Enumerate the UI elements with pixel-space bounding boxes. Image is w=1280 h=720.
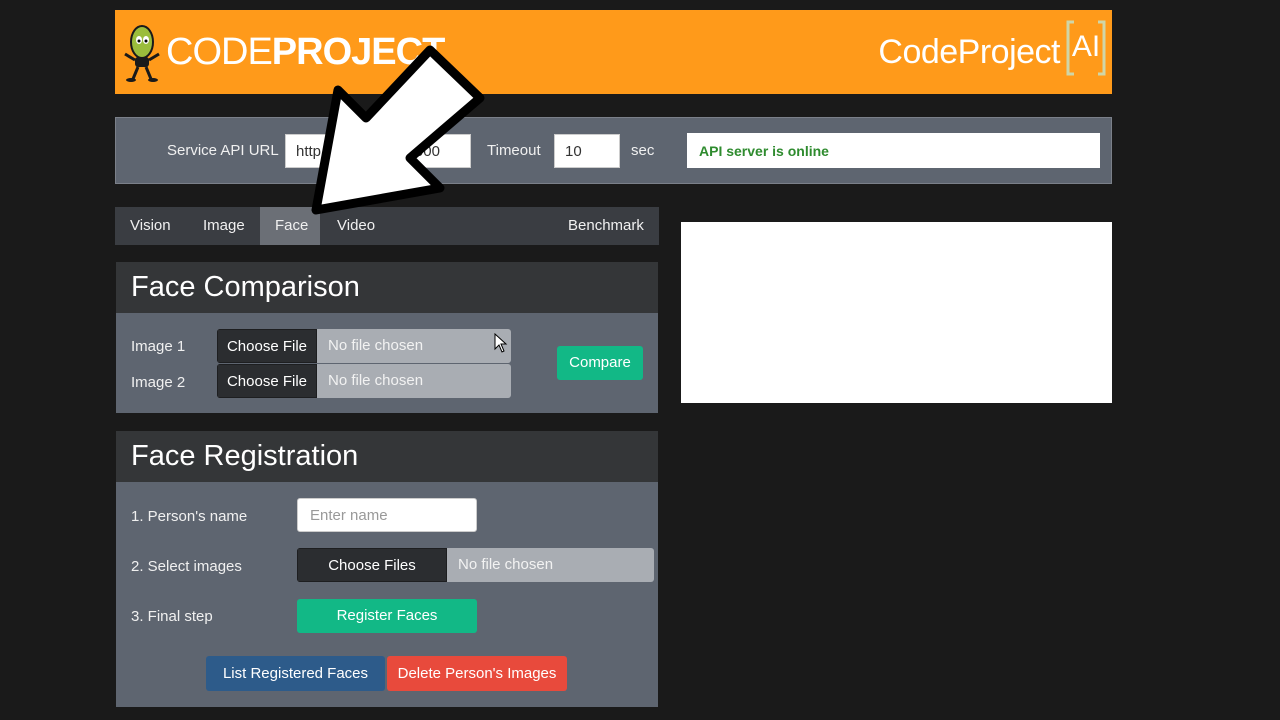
tab-vision[interactable]: Vision <box>115 207 186 245</box>
api-url-label: Service API URL <box>167 142 279 159</box>
image1-file-input[interactable]: Choose File No file chosen <box>217 329 511 363</box>
brand-codeproject: CODEPROJECT <box>166 31 445 73</box>
image1-choose-file-button[interactable]: Choose File <box>217 329 317 363</box>
timeout-label: Timeout <box>487 142 541 159</box>
select-images-label: 2. Select images <box>131 558 242 575</box>
compare-button[interactable]: Compare <box>557 346 643 380</box>
api-url-visible-end: 000 <box>414 143 440 160</box>
tab-bar: Vision Image Face Video Benchmark <box>115 207 659 245</box>
face-comparison-title: Face Comparison <box>116 262 658 313</box>
mascot-logo-icon <box>124 25 160 82</box>
service-settings-bar: Service API URL http 000 Timeout 10 sec … <box>115 117 1112 184</box>
ai-badge-icon: AI <box>1066 20 1106 76</box>
face-registration-card: Face Registration 1. Person's name Enter… <box>116 431 658 707</box>
list-registered-faces-button[interactable]: List Registered Faces <box>206 656 385 691</box>
face-registration-title: Face Registration <box>116 431 658 482</box>
tab-benchmark[interactable]: Benchmark <box>553 207 659 245</box>
tab-video[interactable]: Video <box>322 207 390 245</box>
mouse-cursor-icon <box>494 333 508 353</box>
person-name-input[interactable]: Enter name <box>297 498 477 532</box>
choose-files-button[interactable]: Choose Files <box>297 548 447 582</box>
header-banner: CODEPROJECT CodeProject AI <box>115 10 1112 94</box>
api-url-input[interactable]: http 000 <box>285 134 471 168</box>
image1-file-status: No file chosen <box>328 337 424 354</box>
image2-file-input[interactable]: Choose File No file chosen <box>217 364 511 398</box>
person-name-label: 1. Person's name <box>131 508 248 525</box>
delete-person-images-button[interactable]: Delete Person's Images <box>387 656 567 691</box>
api-url-visible-start: http <box>296 143 322 160</box>
brand-light-text: CODE <box>166 31 273 73</box>
image2-choose-file-button[interactable]: Choose File <box>217 364 317 398</box>
tab-image[interactable]: Image <box>188 207 260 245</box>
final-step-label: 3. Final step <box>131 608 213 625</box>
result-image-panel <box>681 222 1112 403</box>
api-status-box: API server is online <box>687 133 1100 168</box>
timeout-unit: sec <box>631 142 655 159</box>
ai-badge-text: AI <box>1072 30 1100 63</box>
select-images-file-status: No file chosen <box>458 556 554 573</box>
timeout-input[interactable]: 10 <box>554 134 620 168</box>
register-faces-button[interactable]: Register Faces <box>297 599 477 633</box>
select-images-file-input[interactable]: Choose Files No file chosen <box>297 548 654 582</box>
brand-bold-text: PROJECT <box>271 31 445 73</box>
tab-face[interactable]: Face <box>260 207 320 245</box>
face-comparison-card: Face Comparison Image 1 Choose File No f… <box>116 262 658 413</box>
image1-label: Image 1 <box>131 338 186 355</box>
image2-file-status: No file chosen <box>328 372 424 389</box>
image2-label: Image 2 <box>131 374 186 391</box>
brand-codeproject-ai: CodeProject <box>878 33 1060 71</box>
